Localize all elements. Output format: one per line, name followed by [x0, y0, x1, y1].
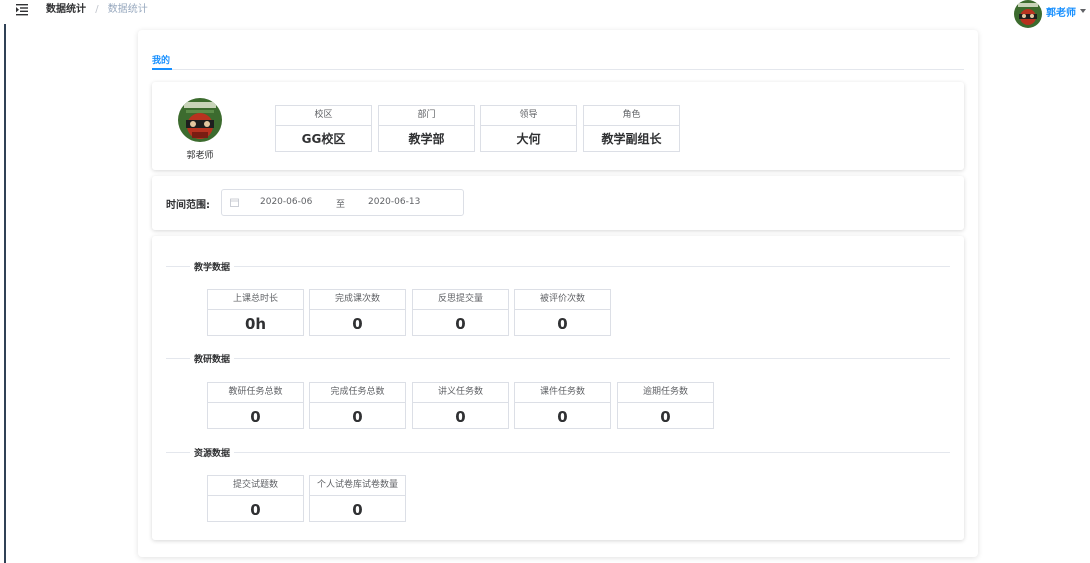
- stat-handout-tasks: 讲义任务数 0: [412, 382, 509, 429]
- profile-avatar: [178, 98, 222, 142]
- stat-value: 0: [557, 315, 568, 333]
- info-value: 教学部: [408, 132, 445, 146]
- stat-label: 完成课次数: [310, 290, 405, 310]
- stat-label: 课件任务数: [515, 383, 610, 403]
- info-label: 部门: [379, 106, 474, 126]
- stat-label: 上课总时长: [208, 290, 303, 310]
- stat-label: 完成任务总数: [310, 383, 405, 403]
- sidebar-edge: [4, 24, 6, 563]
- section-title-resources: 资源数据: [190, 446, 235, 459]
- info-department: 部门 教学部: [378, 105, 475, 152]
- stat-courseware-tasks: 课件任务数 0: [514, 382, 611, 429]
- stat-value: 0: [557, 408, 568, 426]
- profile-name: 郭老师: [186, 151, 214, 161]
- stat-value: 0: [250, 408, 261, 426]
- stat-value: 0: [352, 501, 363, 519]
- statistics-panel: 教学数据 上课总时长 0h 完成课次数 0 反思提交量 0 被评价次数 0 教研…: [152, 236, 964, 540]
- date-range-picker[interactable]: 2020-06-06 至 2020-06-13: [221, 189, 464, 216]
- section-title-teaching: 教学数据: [190, 260, 235, 273]
- stat-value: 0h: [244, 315, 267, 333]
- range-separator: 至: [336, 200, 346, 210]
- stat-value: 0: [352, 408, 363, 426]
- end-date-input[interactable]: 2020-06-13: [368, 197, 420, 207]
- info-leader: 领导 大何: [480, 105, 577, 152]
- stat-label: 个人试卷库试卷数量: [310, 476, 405, 496]
- info-value: 大何: [516, 132, 541, 146]
- section-title-research: 教研数据: [190, 352, 235, 365]
- user-dropdown[interactable]: 郭老师: [1014, 0, 1086, 28]
- stat-evaluations: 被评价次数 0: [514, 289, 611, 336]
- stat-label: 被评价次数: [515, 290, 610, 310]
- stat-personal-papers: 个人试卷库试卷数量 0: [309, 475, 406, 522]
- avatar[interactable]: [1014, 0, 1042, 28]
- info-label: 校区: [276, 106, 371, 126]
- stat-completed-tasks: 完成任务总数 0: [309, 382, 406, 429]
- stat-label: 教研任务总数: [208, 383, 303, 403]
- username[interactable]: 郭老师: [1046, 4, 1076, 19]
- time-range-label: 时间范围:: [166, 200, 210, 211]
- breadcrumb-item-current: 数据统计: [107, 4, 148, 15]
- tab-active-indicator: [152, 68, 172, 70]
- profile-panel: 郭老师 校区 GG校区 部门 教学部 领导 大何 角色 教学副组长: [152, 82, 964, 170]
- info-campus: 校区 GG校区: [275, 105, 372, 152]
- stat-submitted-questions: 提交试题数 0: [207, 475, 304, 522]
- stat-label: 提交试题数: [208, 476, 303, 496]
- stat-value: 0: [455, 408, 466, 426]
- stat-label: 讲义任务数: [413, 383, 508, 403]
- stat-teaching-hours: 上课总时长 0h: [207, 289, 304, 336]
- info-role: 角色 教学副组长: [583, 105, 680, 152]
- section-divider: [166, 266, 950, 267]
- info-label: 角色: [584, 106, 679, 126]
- stat-value: 0: [660, 408, 671, 426]
- info-value: 教学副组长: [601, 132, 662, 146]
- stat-label: 逾期任务数: [618, 383, 713, 403]
- hamburger-icon[interactable]: [15, 3, 29, 17]
- section-divider: [166, 358, 950, 359]
- stat-value: 0: [455, 315, 466, 333]
- top-navbar: 数据统计 / 数据统计 郭老师: [0, 0, 1090, 28]
- info-label: 领导: [481, 106, 576, 126]
- stat-overdue-tasks: 逾期任务数 0: [617, 382, 714, 429]
- tab-mine[interactable]: 我的: [152, 53, 170, 66]
- breadcrumb: 数据统计 / 数据统计: [46, 3, 148, 17]
- info-value: GG校区: [301, 132, 346, 146]
- main-card: 我的 郭老师 校区 GG校区 部门 教学部 领导 大何 角色 教学副组长 时间范…: [138, 30, 978, 557]
- stat-completed-lessons: 完成课次数 0: [309, 289, 406, 336]
- section-divider: [166, 452, 950, 453]
- tabs: 我的: [152, 50, 964, 70]
- stat-value: 0: [352, 315, 363, 333]
- stat-reflections: 反思提交量 0: [412, 289, 509, 336]
- time-range-panel: 时间范围: 2020-06-06 至 2020-06-13: [152, 176, 964, 230]
- caret-down-icon[interactable]: [1080, 9, 1086, 13]
- breadcrumb-item-main[interactable]: 数据统计: [46, 4, 86, 15]
- stat-label: 反思提交量: [413, 290, 508, 310]
- breadcrumb-separator: /: [95, 4, 99, 15]
- calendar-icon: [230, 198, 239, 207]
- stat-value: 0: [250, 501, 261, 519]
- start-date-input[interactable]: 2020-06-06: [260, 197, 312, 207]
- stat-research-tasks: 教研任务总数 0: [207, 382, 304, 429]
